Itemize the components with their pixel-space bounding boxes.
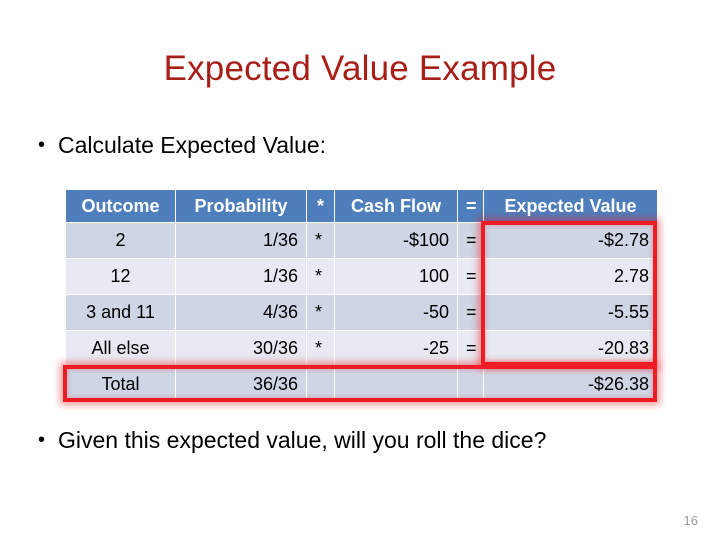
bullet-text: Calculate Expected Value: [58, 132, 327, 158]
cell-cash-flow-total [334, 366, 458, 403]
table-header-row: Outcome Probability * Cash Flow = Expect… [65, 189, 658, 223]
table-header: Outcome Probability * Cash Flow = Expect… [65, 189, 658, 223]
table-row: 12 1/36 * 100 = 2.78 [65, 258, 658, 295]
cell-multiply: * [306, 258, 335, 295]
cell-outcome: 3 and 11 [65, 294, 176, 331]
cell-multiply: * [306, 222, 335, 259]
slide-number: 16 [683, 513, 698, 528]
cell-equals: = [457, 294, 484, 331]
cell-cash-flow: 100 [334, 258, 458, 295]
cell-outcome: 2 [65, 222, 176, 259]
cell-probability: 1/36 [175, 222, 307, 259]
cell-probability: 30/36 [175, 330, 307, 367]
column-header-equals: = [457, 189, 484, 223]
column-header-expected-value: Expected Value [483, 189, 658, 223]
cell-equals: = [457, 330, 484, 367]
column-header-probability: Probability [175, 189, 307, 223]
cell-expected-value: 2.78 [483, 258, 658, 295]
cell-probability: 4/36 [175, 294, 307, 331]
cell-equals: = [457, 222, 484, 259]
cell-multiply: * [306, 294, 335, 331]
bullet-marker-icon: • [38, 429, 46, 451]
cell-equals-total [457, 366, 484, 403]
column-header-cash-flow: Cash Flow [334, 189, 458, 223]
table-row: 3 and 11 4/36 * -50 = -5.55 [65, 294, 658, 331]
cell-cash-flow: -25 [334, 330, 458, 367]
cell-multiply-total [306, 366, 335, 403]
cell-expected-value-total: -$26.38 [483, 366, 658, 403]
cell-outcome: 12 [65, 258, 176, 295]
expected-value-table: Outcome Probability * Cash Flow = Expect… [65, 189, 658, 403]
slide: Expected Value Example • Calculate Expec… [0, 0, 720, 540]
bullet-item-question: • Given this expected value, will you ro… [38, 425, 658, 456]
bullet-item-calculate: • Calculate Expected Value: [38, 130, 638, 161]
cell-expected-value: -20.83 [483, 330, 658, 367]
bullet-marker-icon: • [38, 134, 46, 156]
cell-multiply: * [306, 330, 335, 367]
table-row: 2 1/36 * -$100 = -$2.78 [65, 222, 658, 259]
table-row: All else 30/36 * -25 = -20.83 [65, 330, 658, 367]
expected-value-table-container: Outcome Probability * Cash Flow = Expect… [65, 189, 658, 403]
column-header-multiply: * [306, 189, 335, 223]
page-title: Expected Value Example [163, 49, 557, 88]
cell-expected-value: -5.55 [483, 294, 658, 331]
bullet-text: Given this expected value, will you roll… [58, 427, 547, 453]
cell-cash-flow: -50 [334, 294, 458, 331]
cell-cash-flow: -$100 [334, 222, 458, 259]
table-body: 2 1/36 * -$100 = -$2.78 12 1/36 * 100 = … [65, 222, 658, 403]
cell-probability: 1/36 [175, 258, 307, 295]
cell-expected-value: -$2.78 [483, 222, 658, 259]
cell-outcome-total: Total [65, 366, 176, 403]
column-header-outcome: Outcome [65, 189, 176, 223]
cell-probability-total: 36/36 [175, 366, 307, 403]
cell-equals: = [457, 258, 484, 295]
table-row-total: Total 36/36 -$26.38 [65, 366, 658, 403]
cell-outcome: All else [65, 330, 176, 367]
